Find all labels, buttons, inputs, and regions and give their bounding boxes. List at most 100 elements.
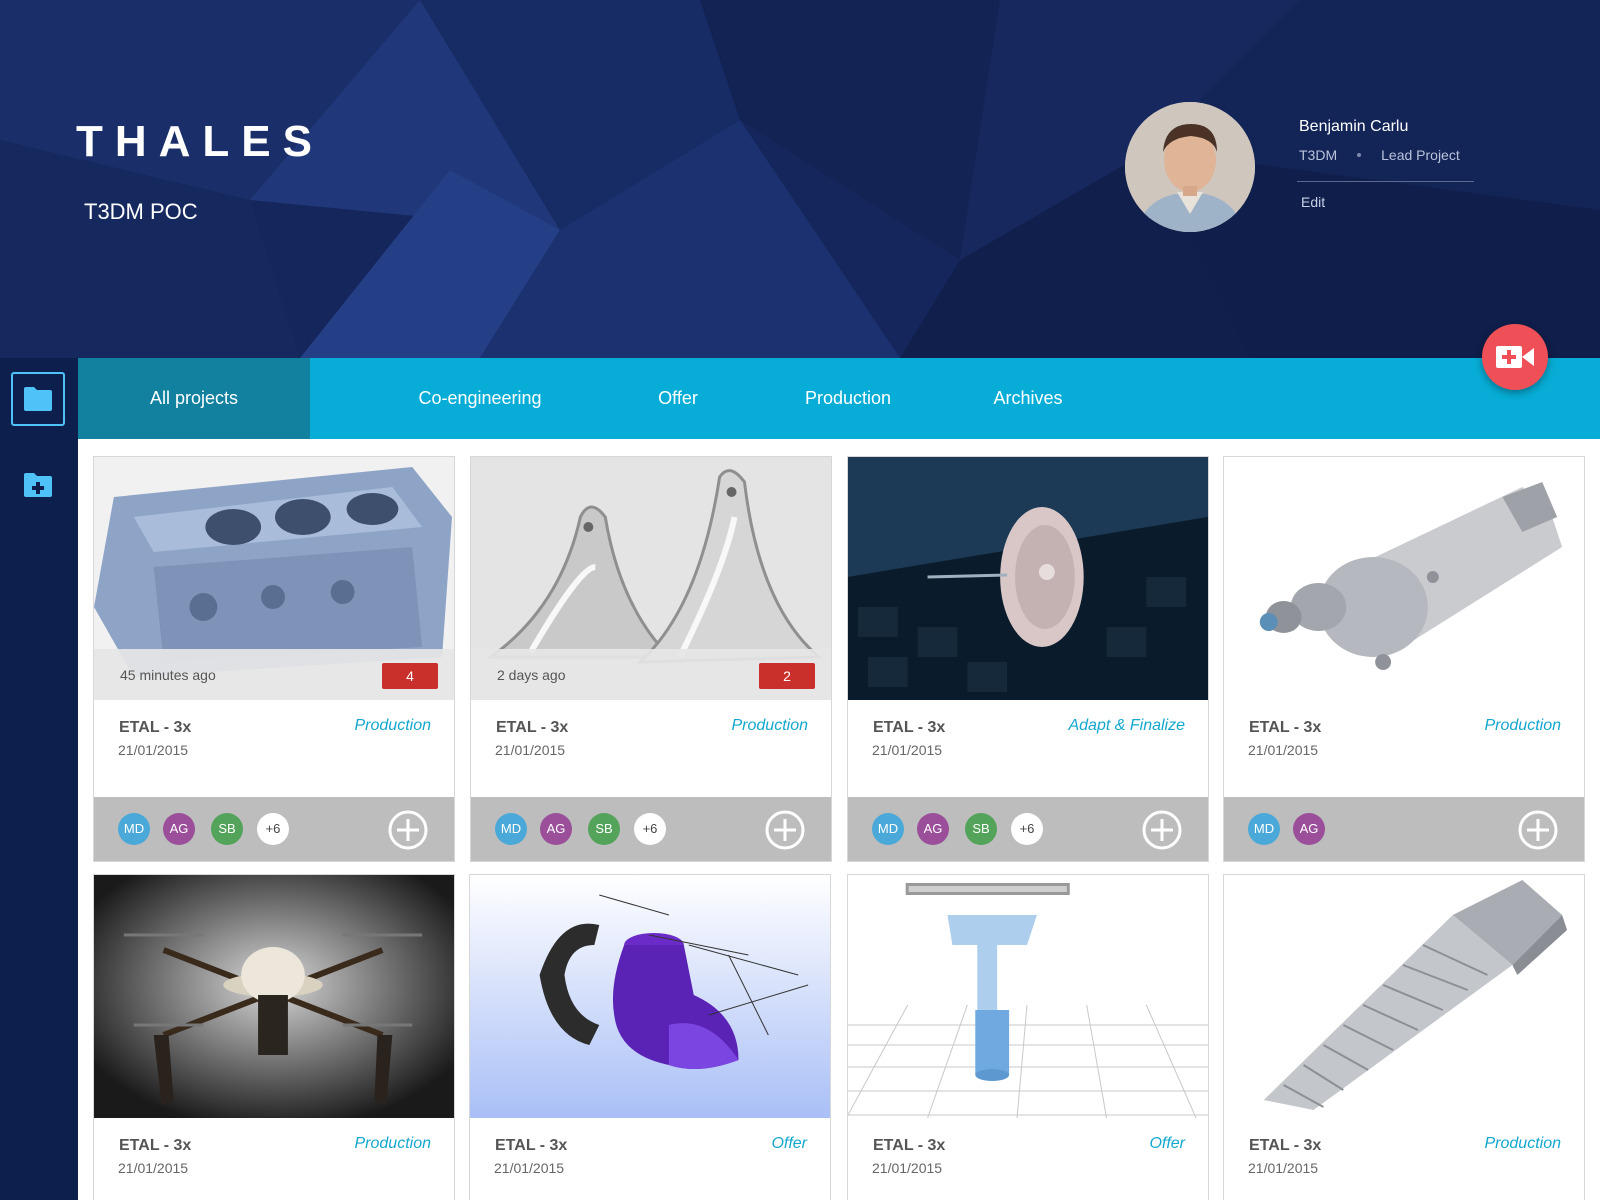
project-status: Offer	[1149, 1135, 1185, 1152]
project-card[interactable]: ETAL - 3x Production 21/01/2015	[93, 874, 455, 1200]
avatar-image	[1125, 102, 1255, 232]
project-card[interactable]: ETAL - 3x Production 21/01/2015	[1223, 874, 1585, 1200]
project-title: ETAL - 3x	[496, 719, 569, 736]
project-status: Offer	[771, 1135, 807, 1152]
video-call-button[interactable]	[1482, 324, 1548, 390]
project-date: 21/01/2015	[872, 1160, 943, 1176]
avatar[interactable]	[1125, 102, 1255, 232]
cad-drawing-image	[470, 875, 830, 1118]
project-date: 21/01/2015	[872, 742, 943, 758]
member-avatar[interactable]: MD	[118, 813, 150, 845]
tab-all-projects[interactable]: All projects	[78, 358, 310, 439]
member-avatar[interactable]: MD	[872, 813, 904, 845]
project-status: Adapt & Finalize	[1068, 717, 1185, 734]
project-thumbnail	[94, 875, 454, 1118]
meta-separator	[1357, 153, 1362, 157]
project-date: 21/01/2015	[494, 1160, 565, 1176]
member-avatar[interactable]: AG	[163, 813, 195, 845]
project-card[interactable]: ETAL - 3x Offer 21/01/2015	[469, 874, 831, 1200]
member-avatar[interactable]: AG	[540, 813, 572, 845]
card-members-bar: MD AG SB +6	[94, 797, 454, 861]
project-thumbnail	[848, 875, 1208, 1118]
edit-profile-link[interactable]: Edit	[1301, 194, 1325, 210]
sidebar-item-projects[interactable]	[11, 372, 65, 426]
sidebar-item-new-project[interactable]	[11, 458, 65, 512]
card-members-bar: MD AG	[1224, 797, 1584, 861]
last-updated: 45 minutes ago	[120, 667, 216, 683]
more-members[interactable]: +6	[1011, 813, 1043, 845]
header-background	[0, 0, 1600, 358]
member-avatar[interactable]: SB	[211, 813, 243, 845]
tab-bar: All projects Co-engineering Offer Produc…	[78, 358, 1600, 439]
sidebar	[0, 358, 78, 1200]
projects-grid: 45 minutes ago 4 ETAL - 3x Production 21…	[78, 439, 1600, 1200]
header-banner: THALES T3DM POC Benjamin Carlu T3DM Lead …	[0, 0, 1600, 358]
notification-badge: 2	[759, 663, 815, 689]
project-date: 21/01/2015	[118, 742, 189, 758]
add-member-icon[interactable]	[1142, 810, 1182, 850]
project-title: ETAL - 3x	[1249, 1137, 1322, 1154]
project-thumbnail	[470, 875, 830, 1118]
project-title: ETAL - 3x	[1249, 719, 1322, 736]
card-members-bar: MD AG SB +6	[848, 797, 1208, 861]
user-divider	[1297, 181, 1474, 182]
antenna-dish-image	[848, 457, 1208, 700]
project-card[interactable]: ETAL - 3x Adapt & Finalize 21/01/2015 MD…	[847, 456, 1209, 862]
project-card[interactable]: ETAL - 3x Offer 21/01/2015	[847, 874, 1209, 1200]
add-member-icon[interactable]	[765, 810, 805, 850]
user-name: Benjamin Carlu	[1299, 118, 1409, 135]
member-avatar[interactable]: SB	[965, 813, 997, 845]
tab-offer[interactable]: Offer	[618, 358, 738, 439]
add-member-icon[interactable]	[388, 810, 428, 850]
brand-logo: THALES	[76, 120, 324, 164]
project-card[interactable]: 2 days ago 2 ETAL - 3x Production 21/01/…	[470, 456, 832, 862]
project-title: ETAL - 3x	[119, 719, 192, 736]
project-status: Production	[354, 1135, 432, 1152]
card-members-bar: MD AG SB +6	[471, 797, 831, 861]
card-activity-bar: 45 minutes ago 4	[94, 649, 454, 700]
step-drill-image	[1224, 875, 1584, 1118]
notification-badge: 4	[382, 663, 438, 689]
project-status: Production	[1484, 1135, 1562, 1152]
project-thumbnail	[848, 457, 1208, 700]
member-avatar[interactable]: MD	[495, 813, 527, 845]
add-member-icon[interactable]	[1518, 810, 1558, 850]
user-role: Lead Project	[1381, 147, 1460, 163]
project-title: ETAL - 3x	[495, 1137, 568, 1154]
tab-co-engineering[interactable]: Co-engineering	[390, 358, 570, 439]
project-card[interactable]: ETAL - 3x Production 21/01/2015 MD AG	[1223, 456, 1585, 862]
member-avatar[interactable]: SB	[588, 813, 620, 845]
3d-model-image	[848, 875, 1208, 1118]
project-title: ETAL - 3x	[119, 1137, 192, 1154]
project-card[interactable]: 45 minutes ago 4 ETAL - 3x Production 21…	[93, 456, 455, 862]
member-avatar[interactable]: MD	[1248, 813, 1280, 845]
project-title: ETAL - 3x	[873, 719, 946, 736]
project-title: ETAL - 3x	[873, 1137, 946, 1154]
video-add-icon	[1496, 346, 1534, 368]
project-date: 21/01/2015	[118, 1160, 189, 1176]
last-updated: 2 days ago	[497, 667, 566, 683]
app-title: T3DM POC	[84, 199, 198, 224]
project-date: 21/01/2015	[495, 742, 566, 758]
card-activity-bar: 2 days ago 2	[471, 649, 831, 700]
project-thumbnail	[1224, 875, 1584, 1118]
project-status: Production	[1484, 717, 1562, 734]
more-members[interactable]: +6	[257, 813, 289, 845]
tab-archives[interactable]: Archives	[958, 358, 1098, 439]
tab-production[interactable]: Production	[768, 358, 928, 439]
user-meta: T3DM Lead Project	[1299, 147, 1460, 163]
project-date: 21/01/2015	[1248, 742, 1319, 758]
member-avatar[interactable]: AG	[917, 813, 949, 845]
member-avatar[interactable]: AG	[1293, 813, 1325, 845]
user-org: T3DM	[1299, 147, 1338, 163]
folder-add-icon	[24, 473, 52, 497]
folder-icon	[24, 387, 52, 411]
valve-part-image	[1224, 457, 1584, 700]
project-status: Production	[731, 717, 809, 734]
brand-logo-text: THALES	[76, 117, 324, 166]
drone-image	[94, 875, 454, 1118]
project-thumbnail	[1224, 457, 1584, 700]
project-date: 21/01/2015	[1248, 1160, 1319, 1176]
project-status: Production	[354, 717, 432, 734]
more-members[interactable]: +6	[634, 813, 666, 845]
